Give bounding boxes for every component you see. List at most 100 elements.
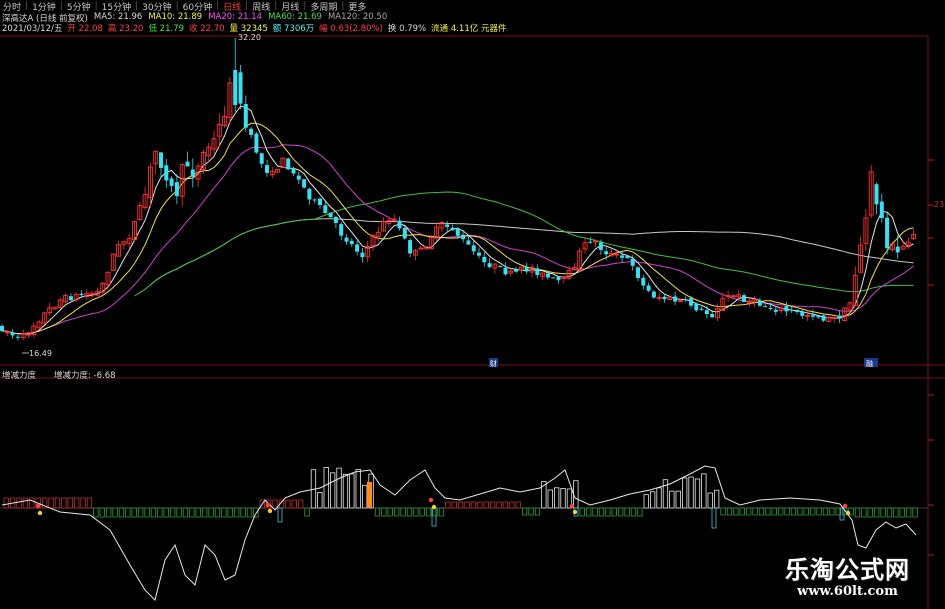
indicator-bar: [374, 507, 381, 517]
indicator-bar: [496, 501, 502, 509]
candle-body: [651, 291, 656, 298]
indicator-bar: [419, 507, 425, 517]
candle-body: [312, 199, 317, 201]
indicator-bar: [387, 507, 393, 517]
indicator-bar: [784, 507, 790, 516]
indicator-bar: [169, 507, 176, 518]
candle-body: [333, 216, 338, 223]
candle-body: [265, 165, 269, 173]
indicator-bar: [297, 499, 304, 509]
finance-marker-label: 财: [490, 359, 497, 368]
indicator-bar: [118, 507, 125, 518]
indicator-bar: [406, 507, 413, 517]
candle-body: [477, 252, 481, 256]
candle-body: [535, 268, 540, 275]
indicator-bar: [272, 499, 278, 509]
indicator-bar: [483, 501, 489, 509]
candle-body: [190, 169, 195, 177]
indicator-bar: [445, 501, 451, 509]
candle-body: [360, 252, 365, 258]
ma10-path: [17, 122, 914, 335]
indicator-bar: [605, 507, 611, 517]
ma5-line: [1, 105, 914, 335]
indicator-bar: [720, 507, 726, 516]
watermark-url: www.60lt.com: [797, 584, 898, 599]
indicator-bar: [157, 507, 163, 518]
indicator-bar: [432, 507, 438, 517]
indicator-bar: [739, 507, 745, 516]
candle-body: [662, 296, 667, 300]
indicator-bar: [336, 467, 342, 509]
candle-body: [699, 308, 704, 310]
candle-body: [742, 295, 746, 302]
candle-body: [0, 325, 4, 331]
indicator-bar: [573, 480, 579, 509]
indicator-bar: [361, 484, 368, 509]
indicator-bar: [457, 501, 464, 509]
indicator-bar: [355, 469, 361, 509]
indicator-bar: [711, 507, 717, 529]
indicator-bar: [291, 499, 297, 509]
candle-body: [757, 301, 762, 306]
candle-body: [800, 311, 805, 316]
candle-body: [673, 296, 678, 302]
candle-body: [344, 237, 349, 242]
indicator-bar: [182, 507, 189, 518]
indicator-bar: [810, 507, 816, 516]
indicator-bar: [464, 501, 470, 509]
candle-body: [551, 277, 556, 279]
signal-dot: [428, 497, 434, 503]
candle-body: [710, 313, 715, 318]
candle-body: [879, 201, 884, 219]
indicator-bar: [489, 501, 496, 509]
signal-dot: [35, 503, 41, 509]
indicator-bar: [790, 507, 797, 516]
candle-body: [233, 70, 238, 105]
candle-body: [397, 220, 402, 229]
candle-body: [445, 224, 450, 227]
indicator-bars: [3, 467, 918, 529]
candle-body: [689, 298, 693, 306]
indicator-highlight-bar: [367, 482, 372, 508]
candle-body: [68, 296, 73, 301]
indicator-bar: [201, 507, 208, 518]
right-axis-ticks: [928, 159, 934, 556]
indicator-bar: [630, 507, 637, 517]
indicator-bar: [906, 507, 912, 518]
indicator-bar: [579, 507, 585, 517]
indicator-bar: [662, 479, 669, 509]
indicator-bar: [277, 507, 283, 523]
candle-body: [556, 276, 561, 281]
indicator-bar: [650, 491, 656, 509]
indicator-bar: [893, 507, 899, 518]
indicator-bar: [477, 501, 483, 509]
indicator-bar: [714, 489, 720, 509]
candle-body: [402, 227, 407, 239]
indicator-bar: [150, 507, 157, 518]
signal-dot: [569, 503, 575, 509]
candle-body: [625, 255, 630, 259]
indicator-bar: [867, 507, 873, 518]
candle-body: [243, 104, 248, 128]
indicator-bar: [323, 467, 329, 509]
indicator-bar: [637, 507, 643, 517]
indicator-title: 增减力度 增减力度: -6.68: [2, 369, 116, 381]
kline-chart[interactable]: 32.20 16.49 23 财 融: [0, 0, 945, 609]
candle-body: [15, 336, 20, 338]
indicator-bar: [669, 490, 675, 509]
indicator-name: 增减力度: [2, 371, 37, 381]
indicator-bar: [163, 507, 169, 518]
candle-body: [355, 244, 360, 252]
indicator-bar: [233, 507, 240, 518]
indicator-bar: [342, 473, 349, 509]
indicator-bar: [400, 507, 406, 517]
indicator-bar: [874, 507, 880, 518]
indicator-bar: [304, 507, 310, 517]
indicator-bar: [393, 507, 400, 517]
indicator-bar: [413, 507, 419, 517]
indicator-bar: [746, 507, 752, 516]
signal-dot: [842, 503, 848, 509]
indicator-bar: [816, 507, 822, 516]
candle-body: [604, 251, 609, 255]
signal-dot: [267, 508, 273, 514]
